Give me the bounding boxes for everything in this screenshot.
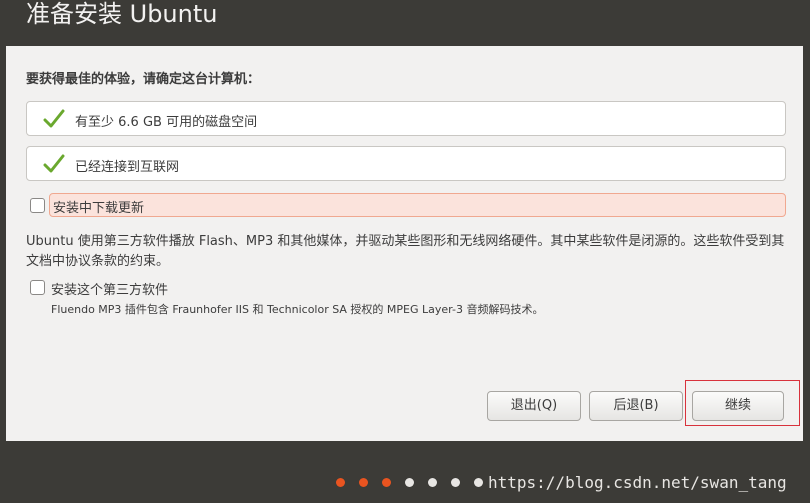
third-party-checkbox[interactable] <box>30 280 45 295</box>
progress-dot-done <box>336 478 345 487</box>
progress-dot-pending <box>428 478 437 487</box>
download-updates-option[interactable]: 安装中下载更新 <box>49 193 786 217</box>
requirement-label: 有至少 6.6 GB 可用的磁盘空间 <box>75 115 258 130</box>
requirement-disk-space: 有至少 6.6 GB 可用的磁盘空间 <box>26 101 786 136</box>
third-party-label[interactable]: 安装这个第三方软件 <box>51 279 168 298</box>
progress-dot-done <box>382 478 391 487</box>
requirements-question: 要获得最佳的体验，请确定这台计算机： <box>26 72 261 87</box>
progress-dot-pending <box>451 478 460 487</box>
window-title: 准备安装 Ubuntu <box>26 0 218 28</box>
watermark-url: https://blog.csdn.net/swan_tang <box>488 473 787 492</box>
checkmark-icon <box>43 154 65 173</box>
requirement-label: 已经连接到互联网 <box>75 160 180 175</box>
footer-bar <box>0 441 810 503</box>
progress-dot-done <box>359 478 368 487</box>
download-updates-checkbox[interactable] <box>30 198 45 213</box>
requirement-internet: 已经连接到互联网 <box>26 146 786 181</box>
download-updates-label: 安装中下载更新 <box>53 201 145 216</box>
progress-dot-pending <box>405 478 414 487</box>
third-party-subtitle: Fluendo MP3 插件包含 Fraunhofer IIS 和 Techni… <box>51 303 544 316</box>
checkmark-icon <box>43 109 65 128</box>
back-button[interactable]: 后退(B) <box>589 391 683 421</box>
installer-panel: 要获得最佳的体验，请确定这台计算机： 有至少 6.6 GB 可用的磁盘空间 已经… <box>6 46 803 441</box>
window-title-bar: 准备安装 Ubuntu <box>0 0 810 46</box>
quit-button[interactable]: 退出(Q) <box>487 391 581 421</box>
third-party-description: Ubuntu 使用第三方软件播放 Flash、MP3 和其他媒体，并驱动某些图形… <box>26 234 785 269</box>
continue-button[interactable]: 继续 <box>692 391 784 421</box>
progress-dot-pending <box>474 478 483 487</box>
